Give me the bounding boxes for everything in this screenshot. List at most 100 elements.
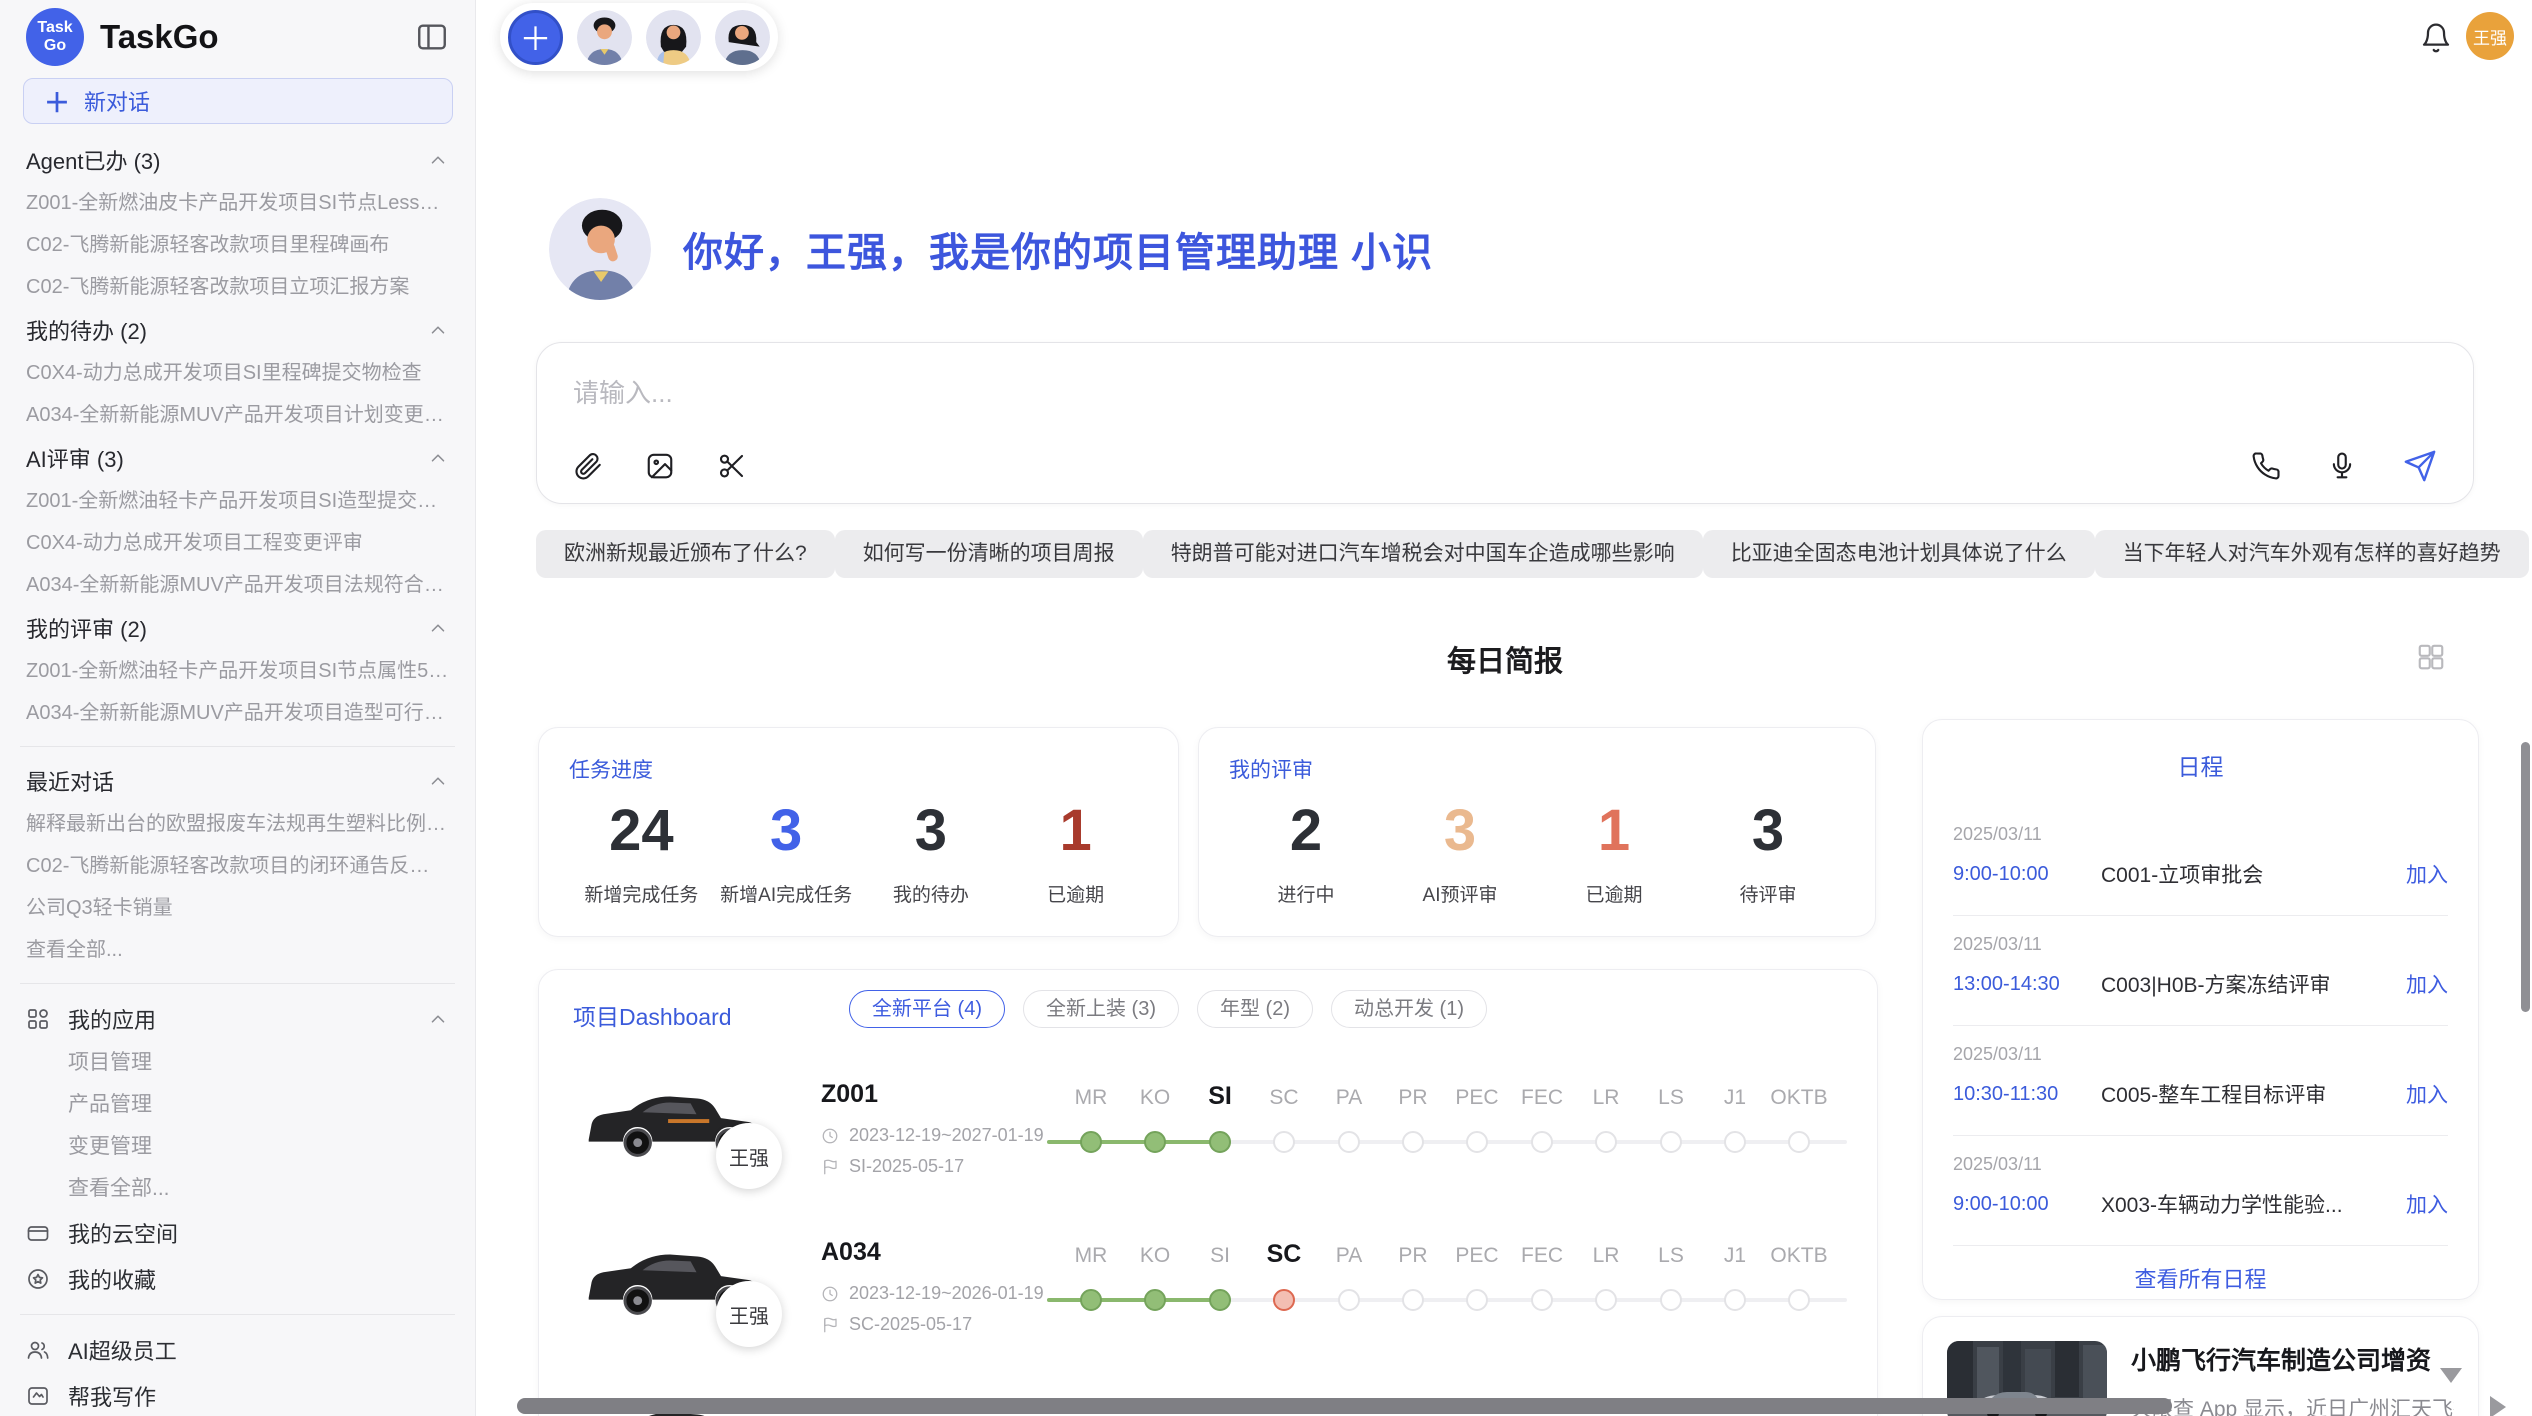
add-agent-button[interactable]: ＋ xyxy=(508,10,563,65)
sidebar-item-view-all[interactable]: 查看全部... xyxy=(26,929,449,971)
scissors-icon[interactable] xyxy=(717,451,747,481)
suggestion-chip[interactable]: 比亚迪全固态电池计划具体说了什么 xyxy=(1703,530,2095,578)
milestone-node xyxy=(1402,1289,1424,1311)
horizontal-scrollbar[interactable] xyxy=(517,1398,2172,1414)
layout-grid-icon[interactable] xyxy=(2416,642,2446,672)
chevron-up-icon[interactable] xyxy=(427,319,449,341)
join-link[interactable]: 加入 xyxy=(2406,859,2448,889)
phone-icon[interactable] xyxy=(2251,451,2281,481)
new-chat-button[interactable]: ＋ 新对话 xyxy=(23,78,453,124)
section-header-agent-done[interactable]: Agent已办 (3) xyxy=(26,138,449,182)
section-header-ai-review[interactable]: AI评审 (3) xyxy=(26,436,449,480)
send-icon[interactable] xyxy=(2403,449,2437,483)
suggestion-chip[interactable]: 特朗普可能对进口汽车增税会对中国车企造成哪些影响 xyxy=(1143,530,1703,578)
suggestion-chip[interactable]: 欧洲新规最近颁布了什么? xyxy=(536,530,835,578)
sidebar-item-favorites[interactable]: 我的收藏 xyxy=(26,1256,449,1302)
join-link[interactable]: 加入 xyxy=(2406,969,2448,999)
suggestion-chip[interactable]: 如何写一份清晰的项目周报 xyxy=(835,530,1143,578)
schedule-item[interactable]: 2025/03/11 10:30-11:30 C005-整车工程目标评审 加入 xyxy=(1953,1026,2448,1136)
agent-avatar-1[interactable] xyxy=(577,10,632,65)
greeting-block: 你好，王强，我是你的项目管理助理 小识 xyxy=(549,198,1433,300)
schedule-card: 日程 2025/03/11 9:00-10:00 C001-立项审批会 加入 2… xyxy=(1922,719,2479,1300)
section-header-my-review[interactable]: 我的评审 (2) xyxy=(26,606,449,650)
chevron-up-icon[interactable] xyxy=(427,617,449,639)
app-link-project-mgmt[interactable]: 项目管理 xyxy=(26,1042,449,1084)
sidebar-item[interactable]: C02-飞腾新能源轻客改款项目里程碑画布 xyxy=(26,224,449,266)
stat-value: 1 xyxy=(1003,798,1148,864)
app-link-change-mgmt[interactable]: 变更管理 xyxy=(26,1126,449,1168)
write-doc-icon xyxy=(26,1384,50,1408)
sidebar-item[interactable]: C0X4-动力总成开发项目工程变更评审 xyxy=(26,522,449,564)
sidebar-item-cloud-space[interactable]: 我的云空间 xyxy=(26,1210,449,1256)
sidebar-item[interactable]: Z001-全新燃油轻卡产品开发项目SI节点属性5D文件评审 xyxy=(26,650,449,692)
chevron-up-icon[interactable] xyxy=(427,1008,449,1030)
sidebar-item[interactable]: 公司Q3轻卡销量 xyxy=(26,887,449,929)
sidebar-item[interactable]: C0X4-动力总成开发项目SI里程碑提交物检查 xyxy=(26,352,449,394)
agent-avatar-2[interactable] xyxy=(646,10,701,65)
view-all-schedule-link[interactable]: 查看所有日程 xyxy=(1953,1262,2448,1294)
tab-powertrain[interactable]: 动总开发 (1) xyxy=(1331,990,1487,1028)
image-icon[interactable] xyxy=(645,451,675,481)
sidebar-item-ai-employee[interactable]: AI超级员工 xyxy=(26,1327,449,1373)
milestone-track: MR KO SI SC PA PR PEC FEC LR LS J1 OKTB xyxy=(539,1224,1878,1344)
user-avatar[interactable]: 王强 xyxy=(2466,12,2514,60)
sidebar-item[interactable]: Z001-全新燃油皮卡产品开发项目SI节点Lesson Learn报告 xyxy=(26,182,449,224)
sidebar-collapse-icon[interactable] xyxy=(415,20,449,54)
suggestion-chip[interactable]: 当下年轻人对汽车外观有怎样的喜好趋势 xyxy=(2095,530,2529,578)
milestone-label: J1 xyxy=(1724,1244,1746,1268)
scroll-right-arrow-icon[interactable] xyxy=(2490,1396,2506,1416)
quick-access-pill: ＋ xyxy=(500,3,778,71)
milestone-label: PEC xyxy=(1455,1244,1498,1268)
app-link-view-all[interactable]: 查看全部... xyxy=(26,1168,449,1210)
sidebar-item[interactable]: A034-全新新能源MUV产品开发项目计划变更表编写 xyxy=(26,394,449,436)
section-header-my-todo[interactable]: 我的待办 (2) xyxy=(26,308,449,352)
chevron-up-icon[interactable] xyxy=(427,149,449,171)
section-title: Agent已办 (3) xyxy=(26,144,161,176)
sidebar-item[interactable]: A034-全新新能源MUV产品开发项目造型可行性评审 xyxy=(26,692,449,734)
app-logo: Task Go xyxy=(26,8,84,66)
schedule-item[interactable]: 2025/03/11 9:00-10:00 C001-立项审批会 加入 xyxy=(1953,806,2448,916)
stat-label: AI预评审 xyxy=(1383,880,1537,907)
sidebar-item[interactable]: C02-飞腾新能源轻客改款项目立项汇报方案 xyxy=(26,266,449,308)
schedule-item[interactable]: 2025/03/11 9:00-10:00 X003-车辆动力学性能验... 加… xyxy=(1953,1136,2448,1246)
sidebar-item-help-write[interactable]: 帮我写作 xyxy=(26,1373,449,1416)
schedule-item[interactable]: 2025/03/11 13:00-14:30 C003|H0B-方案冻结评审 加… xyxy=(1953,916,2448,1026)
vertical-scrollbar[interactable] xyxy=(2521,742,2530,1012)
stat-value: 3 xyxy=(1691,798,1845,864)
sidebar-item[interactable]: Z001-全新燃油轻卡产品开发项目SI造型提交物评审 xyxy=(26,480,449,522)
section-title: 最近对话 xyxy=(26,765,114,797)
agent-avatar-3[interactable] xyxy=(715,10,770,65)
cloud-folder-icon xyxy=(26,1221,50,1245)
stat-label: 新增完成任务 xyxy=(569,880,714,907)
attachment-icon[interactable] xyxy=(573,451,603,481)
join-link[interactable]: 加入 xyxy=(2406,1189,2448,1219)
schedule-title: 日程 xyxy=(1953,748,2448,782)
stat: 3 我的待办 xyxy=(859,798,1004,907)
tab-new-upfit[interactable]: 全新上装 (3) xyxy=(1023,990,1179,1028)
notification-bell-icon[interactable] xyxy=(2420,22,2452,54)
sidebar-item[interactable]: C02-飞腾新能源轻客改款项目的闭环通告反馈情况 xyxy=(26,845,449,887)
milestone-label: FEC xyxy=(1521,1244,1563,1268)
stat-label: 已逾期 xyxy=(1003,880,1148,907)
microphone-icon[interactable] xyxy=(2327,451,2357,481)
sidebar-item[interactable]: 解释最新出台的欧盟报废车法规再生塑料比例被调至15%... xyxy=(26,803,449,845)
tab-model-year[interactable]: 年型 (2) xyxy=(1197,990,1313,1028)
sidebar-item[interactable]: A034-全新新能源MUV产品开发项目法规符合性评审 xyxy=(26,564,449,606)
milestone-node xyxy=(1724,1131,1746,1153)
milestone-label: J1 xyxy=(1724,1086,1746,1110)
stat: 1 已逾期 xyxy=(1537,798,1691,907)
composer[interactable]: 请输入... xyxy=(536,342,2474,504)
sidebar-item-my-apps[interactable]: 我的应用 xyxy=(26,996,449,1042)
schedule-row: 13:00-14:30 C003|H0B-方案冻结评审 加入 xyxy=(1953,969,2448,999)
join-link[interactable]: 加入 xyxy=(2406,1079,2448,1109)
chevron-up-icon[interactable] xyxy=(427,770,449,792)
stat-grid: 2 进行中 3 AI预评审 1 已逾期 3 待评审 xyxy=(1229,798,1845,907)
scroll-down-arrow-icon[interactable] xyxy=(2440,1368,2462,1383)
section-title: AI评审 (3) xyxy=(26,442,124,474)
stat: 1 已逾期 xyxy=(1003,798,1148,907)
tab-all-new-platform[interactable]: 全新平台 (4) xyxy=(849,990,1005,1028)
milestone-line-done xyxy=(1047,1298,1231,1302)
section-header-recent-chats[interactable]: 最近对话 xyxy=(26,759,449,803)
chevron-up-icon[interactable] xyxy=(427,447,449,469)
app-link-product-mgmt[interactable]: 产品管理 xyxy=(26,1084,449,1126)
